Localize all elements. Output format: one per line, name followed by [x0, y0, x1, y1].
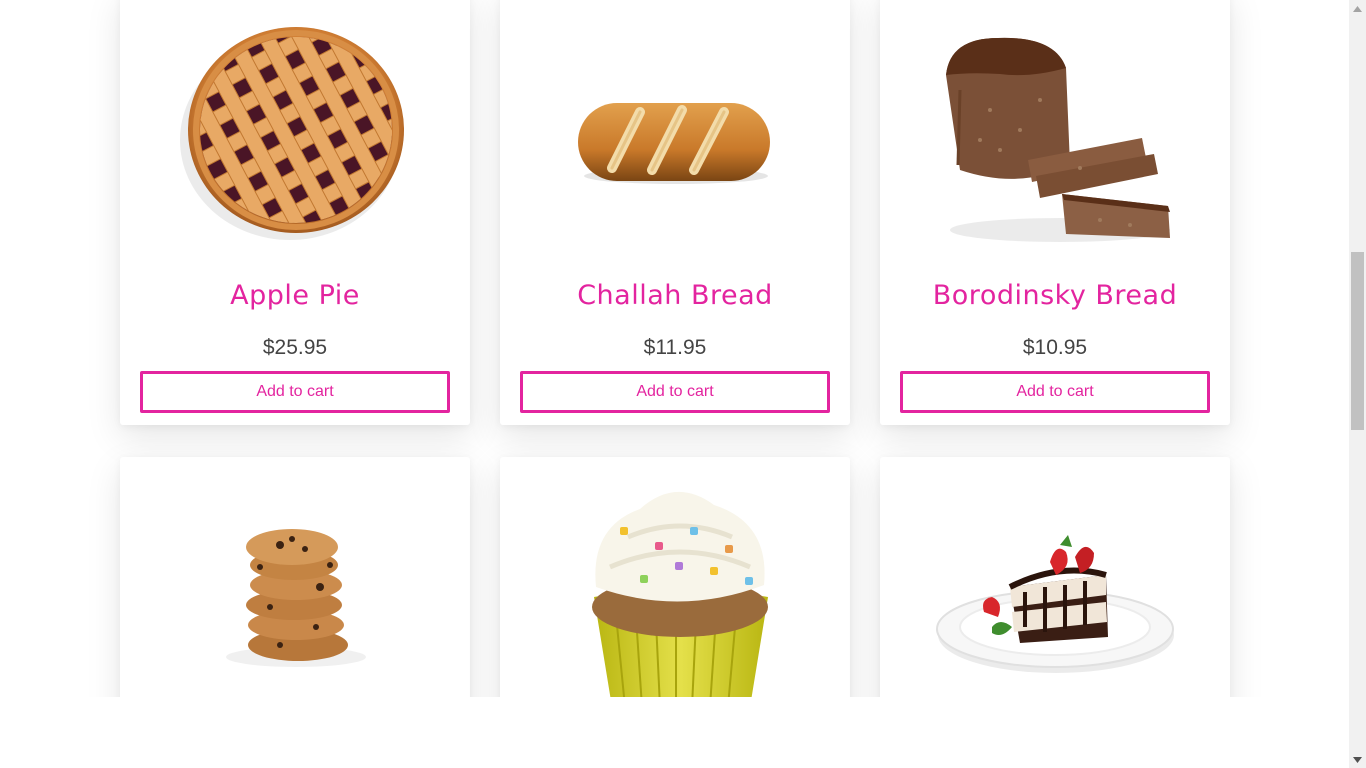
product-card-cake-slice [880, 457, 1230, 697]
product-name[interactable]: Borodinsky Bread [880, 280, 1230, 311]
add-to-cart-button[interactable]: Add to cart [140, 371, 450, 413]
product-card-apple-pie: Apple Pie $25.95 Add to cart [120, 0, 470, 425]
cake-slice-image[interactable] [880, 457, 1230, 697]
product-card-challah-bread: Challah Bread $11.95 Add to cart [500, 0, 850, 425]
scroll-up-arrow-icon[interactable] [1349, 0, 1366, 17]
page-footer-area [0, 697, 1349, 768]
add-to-cart-button[interactable]: Add to cart [900, 371, 1210, 413]
borodinsky-bread-image[interactable] [880, 0, 1230, 260]
product-price: $11.95 [643, 336, 707, 359]
add-to-cart-button[interactable]: Add to cart [520, 371, 830, 413]
product-grid: Apple Pie $25.95 Add to cart Challah Bre… [0, 0, 1349, 697]
product-price: $10.95 [1022, 336, 1088, 359]
scrollbar-thumb[interactable] [1351, 252, 1364, 430]
product-card-cupcake [500, 457, 850, 697]
product-price: $25.95 [262, 336, 328, 359]
apple-pie-image[interactable] [120, 0, 470, 260]
cookies-image[interactable] [120, 457, 470, 697]
product-card-borodinsky-bread: Borodinsky Bread $10.95 Add to cart [880, 0, 1230, 425]
product-card-cookies [120, 457, 470, 697]
challah-bread-image[interactable] [500, 0, 850, 260]
scroll-down-arrow-icon[interactable] [1349, 751, 1366, 768]
cupcake-image[interactable] [500, 457, 850, 697]
product-name[interactable]: Apple Pie [120, 280, 470, 311]
product-name[interactable]: Challah Bread [500, 280, 850, 311]
vertical-scrollbar[interactable] [1349, 0, 1366, 768]
